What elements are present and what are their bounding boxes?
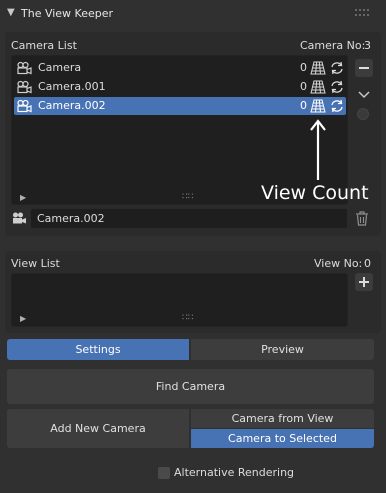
view-list[interactable] (11, 273, 348, 327)
grid-icon[interactable] (310, 80, 326, 94)
tab-preview-label: Preview (261, 343, 304, 356)
camera-name: Camera.001 (38, 80, 106, 93)
camera-icon (11, 211, 27, 228)
move-down-icon[interactable] (357, 90, 371, 100)
filter-expand-icon[interactable]: ▶ (20, 193, 26, 202)
chevron-down-icon[interactable]: ▼ (7, 7, 19, 19)
camera-name: Camera.002 (38, 99, 106, 112)
camera-name-field[interactable]: Camera.002 (30, 208, 348, 229)
alternative-rendering-checkbox[interactable] (158, 467, 170, 479)
camera-name-value: Camera.002 (37, 212, 105, 225)
alternative-rendering-label: Alternative Rendering (174, 466, 295, 479)
panel-title: The View Keeper (21, 7, 114, 20)
camera-count-value: 3 (364, 39, 371, 52)
panel-header[interactable]: ▼ The View Keeper (0, 0, 386, 28)
camera-icon (17, 80, 32, 94)
view-list-label: View List (11, 257, 60, 270)
view-count-value: 0 (364, 257, 371, 270)
view-count-label: View No: (314, 257, 363, 270)
drag-handle-icon[interactable] (355, 9, 371, 19)
add-new-camera-button[interactable]: Add New Camera (7, 409, 189, 448)
camera-list-item-selected[interactable]: Camera.002 0 (14, 97, 346, 115)
find-camera-button[interactable]: Find Camera (7, 369, 374, 404)
dot-icon[interactable] (357, 108, 369, 120)
camera-from-view-button[interactable]: Camera from View (191, 409, 374, 428)
trash-icon[interactable] (355, 211, 369, 229)
annotation-text: View Count (261, 182, 369, 204)
filter-expand-icon[interactable]: ▶ (20, 314, 26, 323)
list-resize-handle[interactable]: ∷∷ (182, 192, 193, 202)
camera-icon (17, 99, 32, 113)
view-count: 0 (300, 61, 307, 74)
tab-settings-label: Settings (75, 343, 121, 356)
add-new-camera-label: Add New Camera (50, 422, 146, 435)
camera-list-label: Camera List (11, 39, 77, 52)
refresh-icon[interactable] (329, 61, 345, 75)
view-count: 0 (300, 99, 307, 112)
camera-list-item[interactable]: Camera.001 0 (14, 78, 346, 96)
find-camera-label: Find Camera (155, 380, 226, 393)
view-count: 0 (300, 80, 307, 93)
remove-camera-button[interactable] (355, 59, 373, 77)
tab-preview[interactable]: Preview (191, 339, 374, 360)
camera-to-selected-button[interactable]: Camera to Selected (191, 429, 374, 448)
grid-icon[interactable] (310, 61, 326, 75)
annotation-arrow (310, 119, 326, 180)
camera-icon (17, 61, 32, 75)
list-resize-handle[interactable]: ∷∷ (182, 313, 193, 323)
tab-settings[interactable]: Settings (7, 339, 189, 360)
camera-list-item[interactable]: Camera 0 (14, 59, 346, 77)
refresh-icon[interactable] (329, 80, 345, 94)
camera-to-selected-label: Camera to Selected (228, 432, 337, 445)
camera-name: Camera (38, 61, 82, 74)
add-view-button[interactable] (355, 273, 373, 291)
camera-from-view-label: Camera from View (231, 412, 334, 425)
camera-count-label: Camera No: (300, 39, 366, 52)
grid-icon[interactable] (310, 99, 326, 113)
refresh-icon[interactable] (329, 99, 345, 113)
